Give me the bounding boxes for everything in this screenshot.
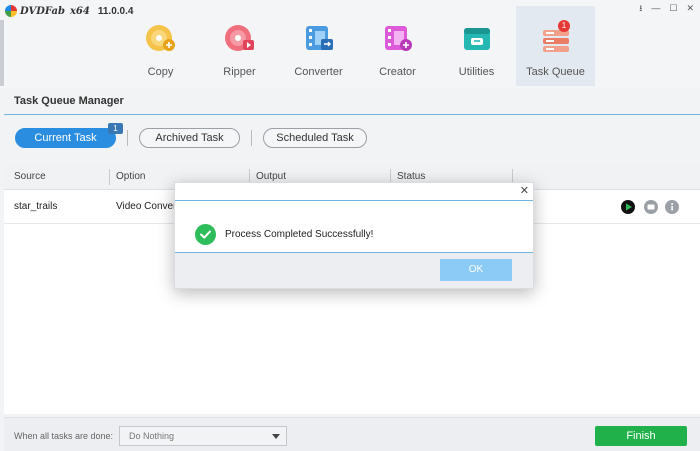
nav-item-converter[interactable]: Converter xyxy=(279,6,358,86)
row-source: star_trails xyxy=(14,201,58,212)
nav-item-copy[interactable]: Copy xyxy=(121,6,200,86)
maximize-icon[interactable]: ☐ xyxy=(669,2,677,14)
chevron-down-icon xyxy=(272,434,280,439)
task-tabs: Current Task 1 Archived Task Scheduled T… xyxy=(15,123,367,148)
folder-icon[interactable] xyxy=(644,200,658,214)
left-edge-strip xyxy=(0,20,4,86)
brand-name: DVDFab xyxy=(20,5,65,17)
dialog-close-icon[interactable]: ✕ xyxy=(520,184,529,198)
brand: DVDFab x64 11.0.0.4 xyxy=(5,4,133,18)
success-check-icon xyxy=(195,224,216,245)
brand-arch: x64 xyxy=(69,5,90,17)
tab-label: Current Task xyxy=(34,132,97,144)
minimize-icon[interactable]: — xyxy=(651,2,660,14)
success-dialog: ✕ Process Completed Successfully! OK xyxy=(174,182,534,289)
column-header-source[interactable]: Source xyxy=(14,164,46,190)
utilities-toolbox-icon xyxy=(460,21,494,55)
creator-film-icon xyxy=(381,21,415,55)
tab-divider xyxy=(127,130,128,146)
dialog-title-divider xyxy=(175,200,533,201)
column-header-option[interactable]: Option xyxy=(116,164,145,190)
nav-label: Task Queue xyxy=(526,66,585,78)
play-icon[interactable] xyxy=(621,200,635,214)
task-queue-badge: 1 xyxy=(558,20,570,32)
dvdfab-logo-icon xyxy=(5,5,17,17)
nav-label: Creator xyxy=(379,66,416,78)
nav-item-ripper[interactable]: Ripper xyxy=(200,6,279,86)
nav-label: Converter xyxy=(294,66,343,78)
top-bar: DVDFab x64 11.0.0.4 ⭳ — ☐ ✕ Copy Ripper … xyxy=(0,0,700,88)
nav-item-creator[interactable]: Creator xyxy=(358,6,437,86)
tab-divider xyxy=(251,130,252,146)
bottom-bar: When all tasks are done: Do Nothing Fini… xyxy=(4,417,700,451)
window-controls: ⭳ — ☐ ✕ xyxy=(639,2,694,14)
copy-disc-icon xyxy=(144,21,178,55)
when-done-select[interactable]: Do Nothing xyxy=(119,426,287,446)
tab-label: Archived Task xyxy=(155,132,224,144)
tab-label: Scheduled Task xyxy=(276,132,354,144)
download-icon[interactable]: ⭳ xyxy=(639,2,642,14)
finish-button[interactable]: Finish xyxy=(595,426,687,446)
tab-archived-task[interactable]: Archived Task xyxy=(139,128,240,148)
nav-label: Ripper xyxy=(223,66,256,78)
ok-button[interactable]: OK xyxy=(440,259,512,281)
nav-label: Utilities xyxy=(458,66,495,78)
nav-item-utilities[interactable]: Utilities xyxy=(437,6,516,86)
dialog-footer: OK xyxy=(175,253,533,288)
tab-scheduled-task[interactable]: Scheduled Task xyxy=(263,128,367,148)
info-icon[interactable] xyxy=(665,200,679,214)
column-divider xyxy=(109,169,110,185)
tab-current-task[interactable]: Current Task 1 xyxy=(15,123,123,148)
when-done-label: When all tasks are done: xyxy=(14,431,114,441)
page-title: Task Queue Manager xyxy=(14,95,124,107)
nav-item-task-queue[interactable]: 1 Task Queue xyxy=(516,6,595,86)
nav-label: Copy xyxy=(147,66,174,78)
ripper-disc-icon xyxy=(223,21,257,55)
converter-film-icon xyxy=(302,21,336,55)
header-divider xyxy=(4,114,700,115)
main-nav: Copy Ripper Converter Creator Utilities … xyxy=(121,6,595,86)
close-icon[interactable]: ✕ xyxy=(686,2,694,14)
current-task-count-badge: 1 xyxy=(108,123,123,134)
dialog-message: Process Completed Successfully! xyxy=(225,229,374,240)
select-value: Do Nothing xyxy=(129,431,175,441)
